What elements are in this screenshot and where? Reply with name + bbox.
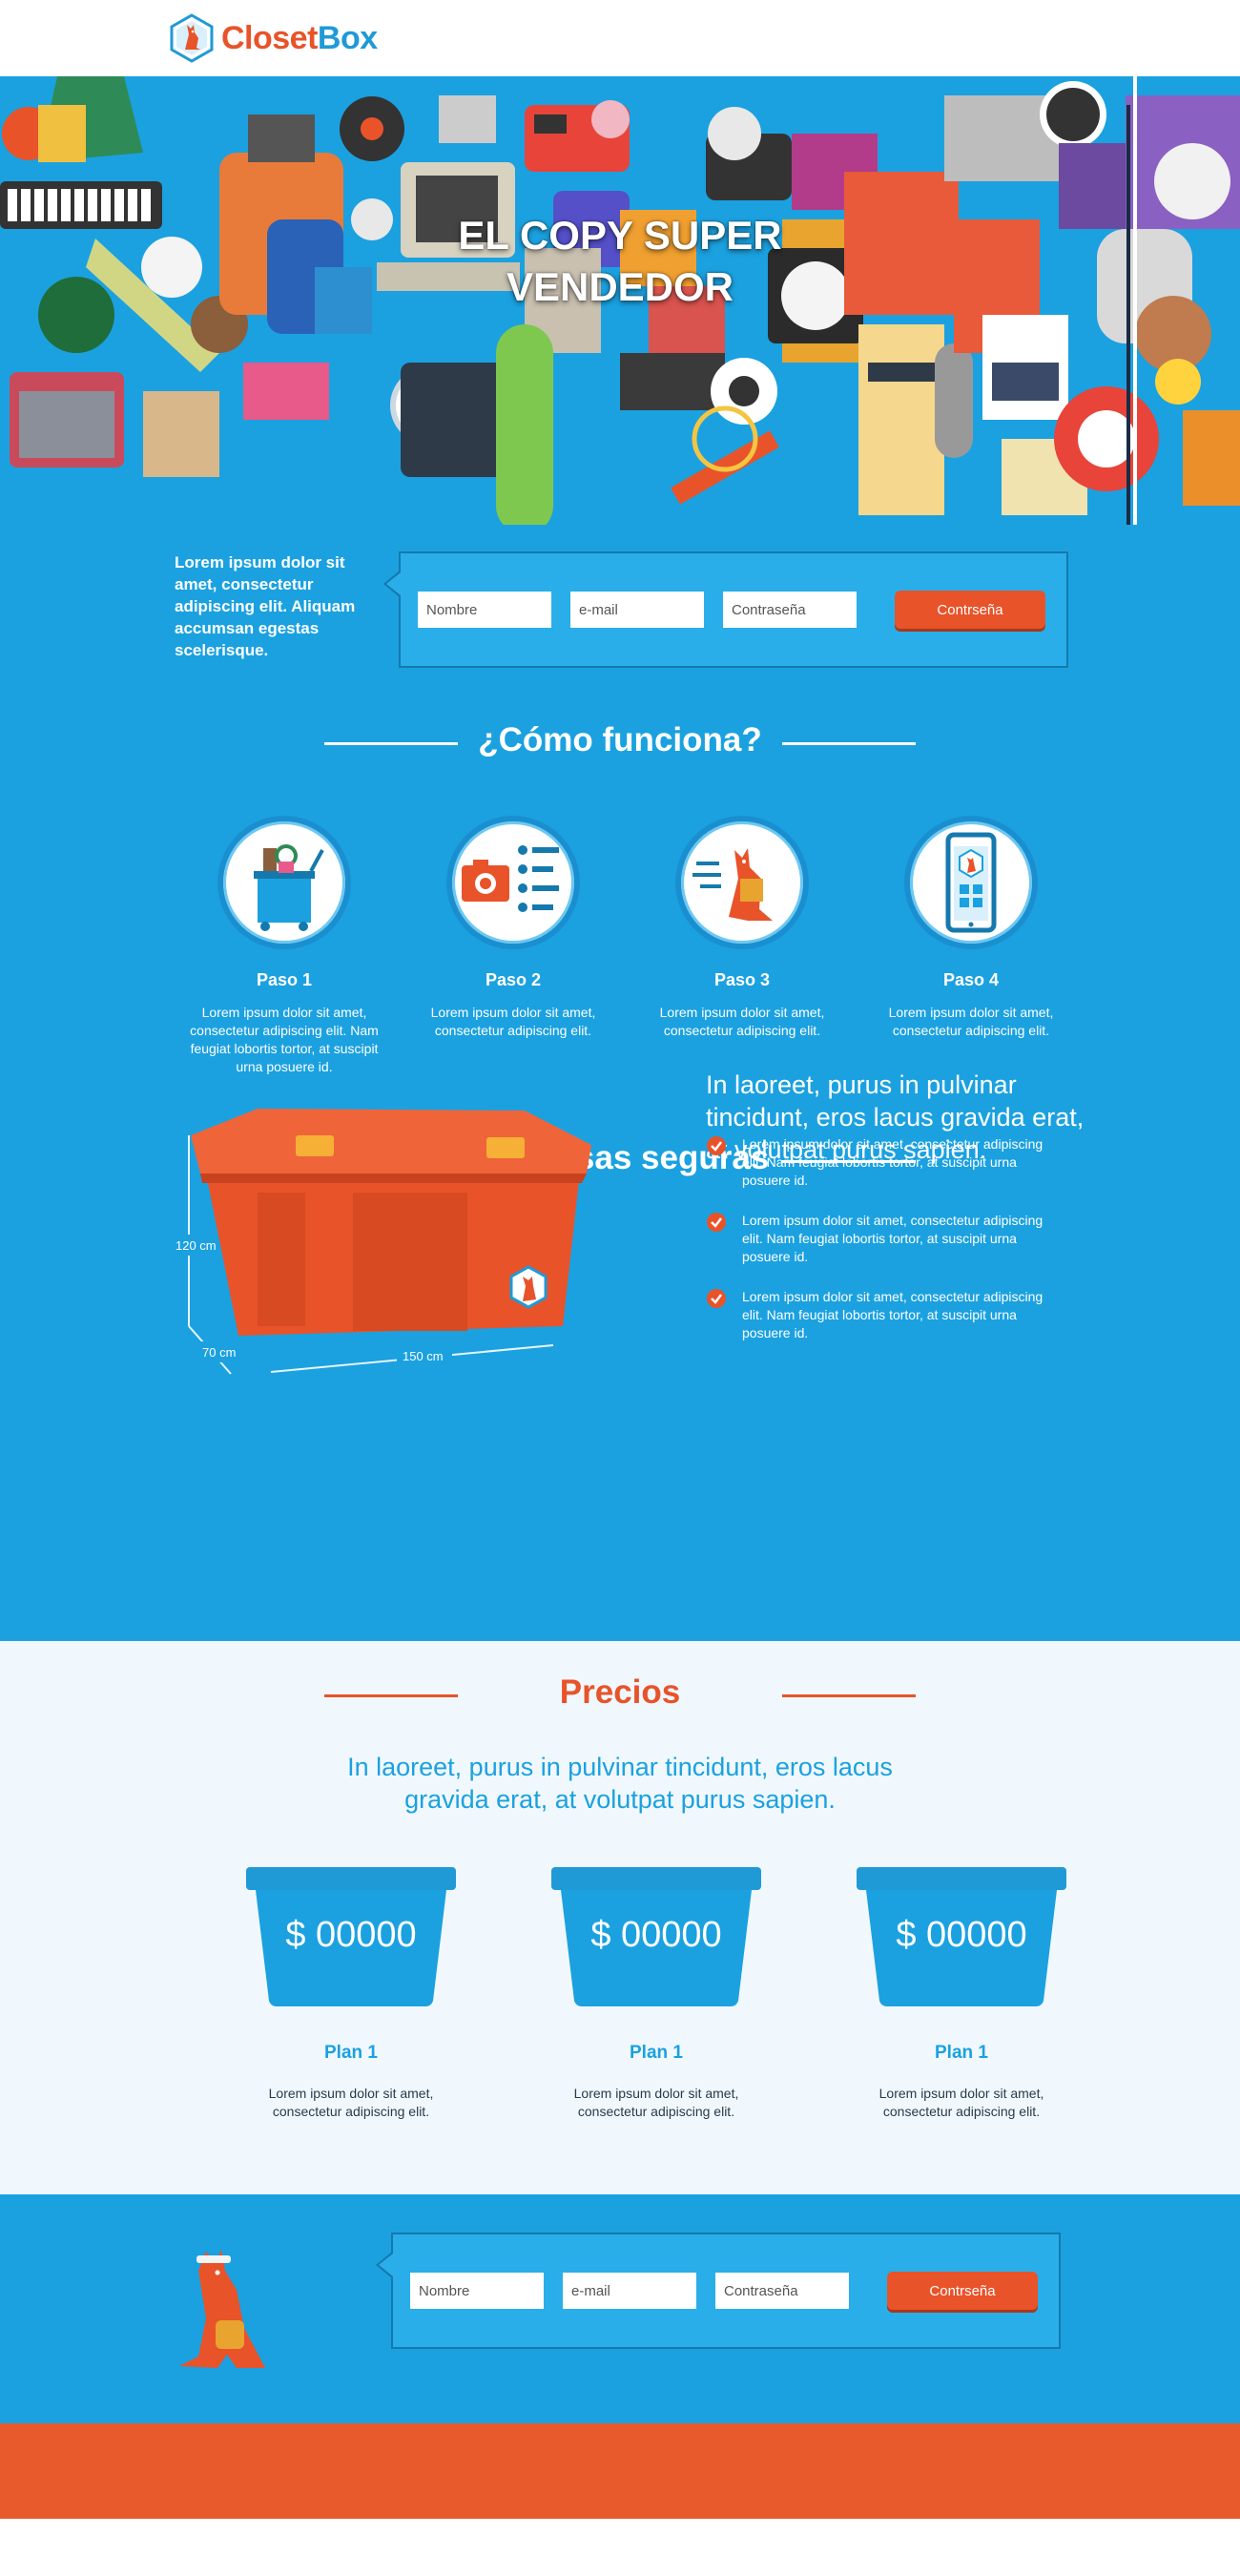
- step-4: Paso 4 Lorem ipsum dolor sit amet, conse…: [876, 816, 1066, 1040]
- prices-lead-line1: In laoreet, purus in pulvinar tincidunt,…: [347, 1753, 893, 1781]
- plan-card-2[interactable]: $ 00000 Plan 1 Lorem ipsum dolor sit ame…: [547, 1867, 766, 2121]
- plan-desc: Lorem ipsum dolor sit amet, consectetur …: [268, 2086, 434, 2119]
- prices-divider-right: [782, 1694, 916, 1697]
- cta-password-input[interactable]: [715, 2273, 849, 2309]
- hero-title-line2: VENDEDOR: [506, 264, 734, 309]
- feature-text: Lorem ipsum dolor sit amet, consectetur …: [742, 1213, 1044, 1264]
- name-input[interactable]: [418, 592, 551, 628]
- step-1-circle: [217, 816, 351, 949]
- divider-right: [782, 742, 916, 745]
- logo-text-box: Box: [317, 19, 378, 56]
- dim-width-label: 150 cm: [403, 1349, 444, 1363]
- signup-form: Contrseña: [383, 551, 1068, 668]
- logo[interactable]: ClosetBox: [170, 13, 378, 63]
- dim-depth-label: 70 cm: [202, 1345, 236, 1360]
- feature-item-2: Lorem ipsum dolor sit amet, consectetur …: [706, 1212, 1059, 1266]
- step-1-title: Paso 1: [256, 970, 313, 989]
- plan-desc: Lorem ipsum dolor sit amet, consectetur …: [573, 2086, 739, 2119]
- how-it-works-title: ¿Cómo funciona?: [478, 721, 762, 758]
- prices-section: Precios In laoreet, purus in pulvinar ti…: [0, 1641, 1240, 2194]
- step-1-desc: Lorem ipsum dolor sit amet, consectetur …: [190, 1005, 379, 1074]
- email-input[interactable]: [570, 592, 704, 628]
- step-3-title: Paso 3: [713, 970, 771, 989]
- step-1: Paso 1 Lorem ipsum dolor sit amet, conse…: [189, 816, 380, 1076]
- hero-banner: EL COPY SUPER VENDEDOR: [0, 76, 1240, 525]
- prices-lead-line2: gravida erat, at volutpat purus sapien.: [404, 1785, 836, 1814]
- storage-box-illustration: 120 cm 70 cm 150 cm: [162, 1069, 620, 1441]
- prices-lead-text: In laoreet, purus in pulvinar tincidunt,…: [0, 1751, 1240, 1816]
- hero-title: EL COPY SUPER VENDEDOR: [0, 210, 1240, 313]
- prices-title: Precios: [559, 1673, 681, 1711]
- step-2-circle: [446, 816, 580, 949]
- kangaroo-icon: [692, 848, 773, 921]
- cta-signup-button[interactable]: Contrseña: [887, 2272, 1038, 2310]
- step-3-circle: [675, 816, 809, 949]
- plan-bucket: $ 00000: [246, 1867, 456, 2008]
- camera-list-icon: [462, 845, 559, 912]
- footer-cta: Contrseña: [0, 2194, 1240, 2423]
- step-2-desc: Lorem ipsum dolor sit amet, consectetur …: [430, 1005, 596, 1038]
- dim-height-label: 120 cm: [176, 1238, 217, 1253]
- step-4-desc: Lorem ipsum dolor sit amet, consectetur …: [888, 1005, 1054, 1038]
- step-3-desc: Lorem ipsum dolor sit amet, consectetur …: [659, 1005, 825, 1038]
- signup-intro-text: Lorem ipsum dolor sit amet, consectetur …: [175, 553, 356, 659]
- step-4-title: Paso 4: [942, 970, 1000, 989]
- plan-name: Plan 1: [935, 2043, 988, 2063]
- feature-item-3: Lorem ipsum dolor sit amet, consectetur …: [706, 1288, 1059, 1342]
- plan-card-1[interactable]: $ 00000 Plan 1 Lorem ipsum dolor sit ame…: [241, 1867, 461, 2121]
- feature-text: Lorem ipsum dolor sit amet, consectetur …: [742, 1289, 1044, 1340]
- cta-signup-form: Contrseña: [376, 2233, 1061, 2349]
- step-4-circle: [904, 816, 1038, 949]
- step-2: Paso 2 Lorem ipsum dolor sit amet, conse…: [418, 816, 609, 1040]
- cta-email-input[interactable]: [563, 2273, 696, 2309]
- plan-name: Plan 1: [630, 2043, 683, 2063]
- check-icon: [707, 1213, 726, 1232]
- phone-app-icon: [945, 832, 997, 933]
- check-icon: [707, 1136, 726, 1155]
- feature-text: Lorem ipsum dolor sit amet, consectetur …: [742, 1136, 1044, 1188]
- main-blue-section: Lorem ipsum dolor sit amet, consectetur …: [0, 525, 1240, 1641]
- plan-price: $ 00000: [285, 1915, 417, 1955]
- kangaroo-mascot-icon: [179, 2250, 265, 2368]
- step-3: Paso 3 Lorem ipsum dolor sit amet, conse…: [647, 816, 837, 1040]
- plan-bucket: $ 00000: [857, 1867, 1066, 2008]
- hero-title-line1: EL COPY SUPER: [458, 213, 782, 258]
- trash-bin-icon: [254, 844, 324, 931]
- plan-card-3[interactable]: $ 00000 Plan 1 Lorem ipsum dolor sit ame…: [852, 1867, 1071, 2121]
- footer-bar: [0, 2423, 1240, 2519]
- plan-price: $ 00000: [590, 1915, 722, 1955]
- site-header: ClosetBox: [0, 0, 1240, 76]
- plan-name: Plan 1: [324, 2043, 378, 2063]
- password-input[interactable]: [723, 592, 857, 628]
- storage-box-image: 120 cm 70 cm 150 cm: [172, 1109, 591, 1375]
- check-icon: [707, 1289, 726, 1308]
- cta-name-input[interactable]: [410, 2273, 544, 2309]
- logo-text-closet: Closet: [221, 19, 318, 56]
- step-2-title: Paso 2: [485, 970, 542, 989]
- plan-desc: Lorem ipsum dolor sit amet, consectetur …: [878, 2086, 1044, 2119]
- plan-bucket: $ 00000: [551, 1867, 761, 2008]
- signup-button[interactable]: Contrseña: [895, 591, 1045, 629]
- plan-price: $ 00000: [896, 1915, 1027, 1955]
- feature-item-1: Lorem ipsum dolor sit amet, consectetur …: [706, 1135, 1059, 1190]
- kangaroo-logo-icon: [170, 13, 214, 63]
